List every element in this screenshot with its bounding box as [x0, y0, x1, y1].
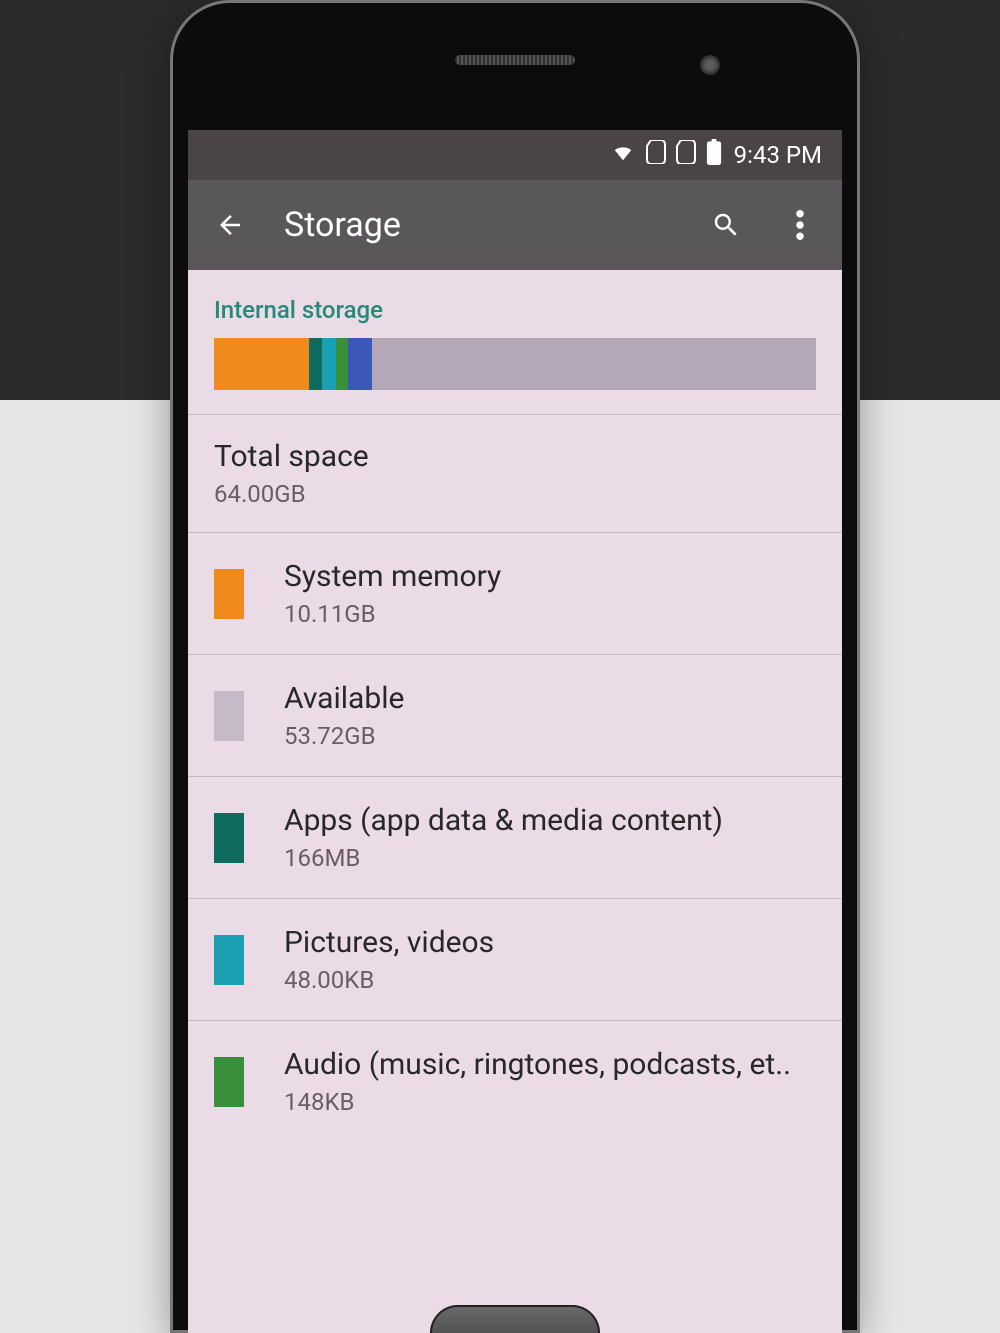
- storage-category-row: Available 53.72GB: [188, 654, 842, 776]
- category-title: System memory: [284, 559, 816, 594]
- storage-category-row[interactable]: Apps (app data & media content) 166MB: [188, 776, 842, 898]
- phone-screen: 9:43 PM Storage Internal storage Total s…: [188, 130, 842, 1333]
- category-value: 10.11GB: [284, 600, 816, 628]
- category-color-swatch: [214, 691, 244, 741]
- storage-content[interactable]: Internal storage Total space 64.00GB Sys…: [188, 270, 842, 1142]
- usage-segment: [372, 338, 816, 390]
- status-icons: [610, 139, 722, 171]
- storage-category-row[interactable]: Audio (music, ringtones, podcasts, et.. 1…: [188, 1020, 842, 1142]
- storage-category-row: System memory 10.11GB: [188, 532, 842, 654]
- category-title: Audio (music, ringtones, podcasts, et..: [284, 1047, 816, 1082]
- category-value: 148KB: [284, 1088, 816, 1116]
- category-title: Apps (app data & media content): [284, 803, 816, 838]
- category-color-swatch: [214, 813, 244, 863]
- usage-segment: [336, 338, 348, 390]
- back-button[interactable]: [210, 205, 250, 245]
- category-title: Pictures, videos: [284, 925, 816, 960]
- usage-segment: [322, 338, 335, 390]
- sim1-icon: [646, 140, 666, 170]
- search-button[interactable]: [706, 205, 746, 245]
- phone-front-camera: [700, 55, 720, 75]
- category-title: Available: [284, 681, 816, 716]
- overflow-menu-button[interactable]: [780, 205, 820, 245]
- category-color-swatch: [214, 935, 244, 985]
- total-space-value: 64.00GB: [214, 480, 816, 508]
- app-bar: Storage: [188, 180, 842, 270]
- category-value: 48.00KB: [284, 966, 816, 994]
- wifi-icon: [610, 141, 636, 169]
- sim2-icon: [676, 140, 696, 170]
- usage-segment: [348, 338, 372, 390]
- usage-segment: [309, 338, 322, 390]
- usage-segment: [214, 338, 309, 390]
- category-value: 53.72GB: [284, 722, 816, 750]
- category-color-swatch: [214, 569, 244, 619]
- storage-category-row[interactable]: Pictures, videos 48.00KB: [188, 898, 842, 1020]
- category-value: 166MB: [284, 844, 816, 872]
- total-space-row: Total space 64.00GB: [188, 414, 842, 532]
- battery-icon: [706, 139, 722, 171]
- total-space-label: Total space: [214, 439, 816, 474]
- phone-earpiece: [455, 55, 575, 65]
- section-header-internal: Internal storage: [188, 270, 842, 338]
- phone-frame: 9:43 PM Storage Internal storage Total s…: [170, 0, 860, 1333]
- status-time: 9:43 PM: [734, 141, 822, 169]
- phone-home-button[interactable]: [430, 1305, 600, 1333]
- storage-usage-bar: [188, 338, 842, 414]
- category-color-swatch: [214, 1057, 244, 1107]
- page-title: Storage: [284, 205, 672, 245]
- status-bar: 9:43 PM: [188, 130, 842, 180]
